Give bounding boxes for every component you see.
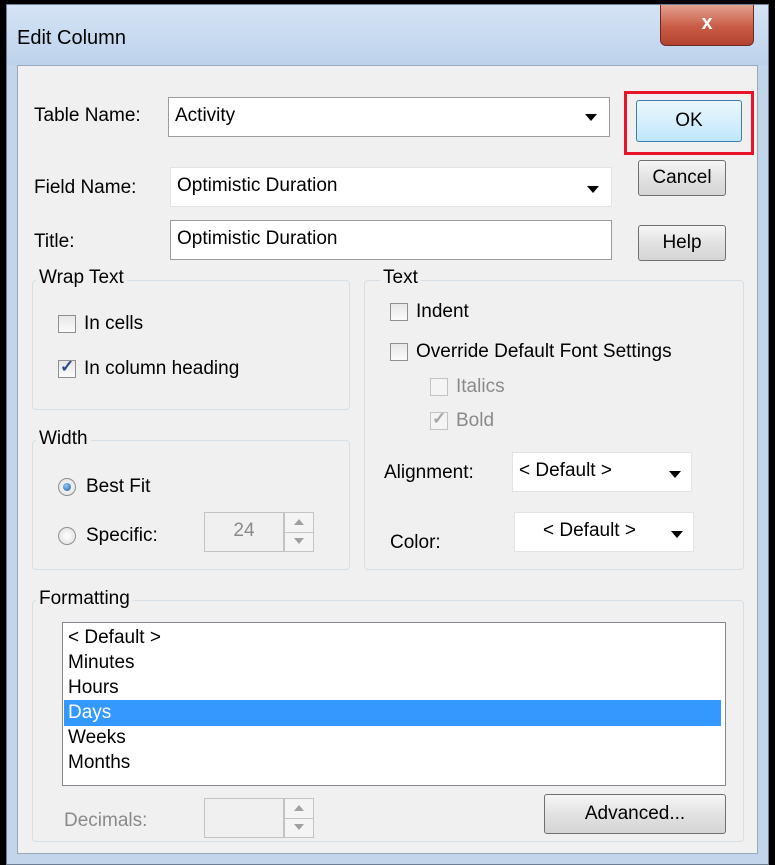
color-dropdown[interactable]: < Default >: [514, 512, 694, 552]
chevron-down-icon: [669, 471, 681, 478]
advanced-button[interactable]: Advanced...: [544, 794, 726, 834]
alignment-label: Alignment:: [384, 462, 474, 483]
checkmark-icon: ✓: [60, 357, 75, 376]
alignment-value: < Default >: [519, 460, 612, 481]
radio-selected-dot: [63, 483, 71, 491]
override-font-checkbox[interactable]: [390, 343, 408, 361]
field-name-value: Optimistic Duration: [177, 175, 338, 196]
decimals-spinner: [284, 798, 314, 838]
specific-label: Specific:: [86, 525, 158, 546]
color-label: Color:: [390, 532, 441, 553]
override-font-label: Override Default Font Settings: [416, 341, 672, 362]
close-button[interactable]: x: [660, 5, 754, 46]
specific-width-input: 24: [204, 512, 284, 552]
italics-checkbox: [430, 378, 448, 396]
chevron-down-icon: [585, 114, 597, 121]
checkmark-icon: ✓: [432, 409, 447, 428]
italics-label: Italics: [456, 376, 505, 397]
arrow-up-icon: [294, 519, 304, 525]
in-cells-checkbox[interactable]: [58, 315, 76, 333]
arrow-down-icon: [294, 824, 304, 830]
indent-label: Indent: [416, 301, 469, 322]
bold-label: Bold: [456, 410, 495, 431]
title-bar: Edit Column x: [7, 5, 768, 65]
best-fit-radio[interactable]: [58, 478, 76, 496]
cancel-button[interactable]: Cancel: [638, 160, 726, 196]
decimals-label: Decimals:: [64, 810, 148, 831]
table-name-value: Activity: [175, 105, 236, 126]
bold-checkbox: ✓: [430, 409, 448, 430]
in-cells-label: In cells: [84, 313, 144, 334]
indent-checkbox[interactable]: [390, 303, 408, 321]
decimals-input: [204, 798, 284, 838]
help-button[interactable]: Help: [638, 225, 726, 261]
list-item[interactable]: Minutes: [64, 650, 721, 676]
best-fit-label: Best Fit: [86, 476, 151, 497]
dialog-title: Edit Column: [17, 27, 126, 49]
title-label: Title:: [34, 231, 75, 252]
wrap-text-legend: Wrap Text: [36, 267, 127, 289]
field-name-label: Field Name:: [34, 177, 137, 198]
formatting-legend: Formatting: [36, 588, 133, 610]
arrow-up-icon: [294, 805, 304, 811]
title-input[interactable]: Optimistic Duration: [170, 220, 612, 260]
spin-down-button: [285, 532, 313, 551]
table-name-dropdown[interactable]: Activity: [168, 97, 610, 137]
list-item[interactable]: Months: [64, 750, 721, 776]
list-item-selected[interactable]: Days: [64, 700, 721, 726]
chevron-down-icon: [587, 186, 599, 193]
edit-column-dialog: Edit Column x Table Name: Activity Field…: [6, 4, 769, 865]
width-legend: Width: [36, 428, 91, 450]
close-icon: x: [701, 12, 713, 34]
specific-radio[interactable]: [58, 527, 76, 545]
field-name-dropdown[interactable]: Optimistic Duration: [170, 167, 612, 207]
table-name-label: Table Name:: [34, 105, 141, 126]
list-item[interactable]: Weeks: [64, 725, 721, 751]
text-legend: Text: [380, 267, 421, 289]
list-item[interactable]: < Default >: [64, 625, 721, 651]
wrap-text-group: [32, 280, 350, 410]
ok-button[interactable]: OK: [636, 100, 742, 142]
formatting-listbox[interactable]: < Default > Minutes Hours Days Weeks Mon…: [62, 622, 726, 786]
in-column-heading-checkbox[interactable]: ✓: [58, 357, 76, 378]
alignment-dropdown[interactable]: < Default >: [512, 452, 692, 492]
arrow-down-icon: [294, 538, 304, 544]
specific-width-spinner: [284, 512, 314, 552]
spin-up-button: [285, 513, 313, 532]
spin-down-button: [285, 818, 313, 837]
chevron-down-icon: [671, 531, 683, 538]
color-value: < Default >: [543, 520, 636, 541]
list-item[interactable]: Hours: [64, 675, 721, 701]
dialog-body: Table Name: Activity Field Name: Optimis…: [17, 65, 758, 854]
spin-up-button: [285, 799, 313, 818]
in-column-heading-label: In column heading: [84, 358, 240, 379]
